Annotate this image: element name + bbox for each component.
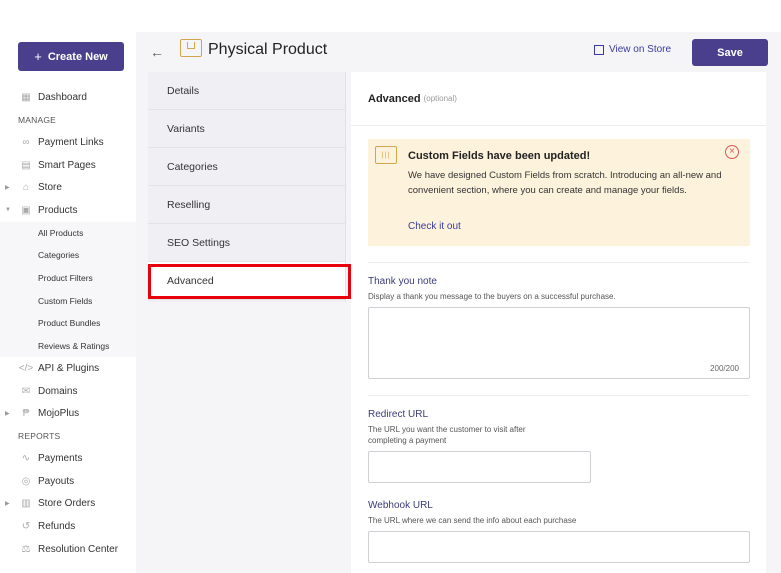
chevron-right-icon: ▶ <box>5 185 10 192</box>
section-optional: (optional) <box>423 94 457 103</box>
thank-you-note-textarea[interactable]: 200/200 <box>368 307 750 379</box>
sidebar-subitem-product-bundles[interactable]: Product Bundles <box>0 311 136 335</box>
refund-icon: ↺ <box>21 521 31 533</box>
create-new-button[interactable]: + Create New <box>18 42 124 71</box>
store-icon: ⌂ <box>22 182 30 194</box>
sidebar-nav: ▦ Dashboard MANAGE ∞ Payment Links ▤ Sma… <box>0 86 136 560</box>
save-button[interactable]: Save <box>692 39 768 66</box>
webhook-url-input[interactable] <box>368 531 750 563</box>
code-icon: </> <box>18 362 34 374</box>
sidebar-subitem-custom-fields[interactable]: Custom Fields <box>0 289 136 312</box>
close-icon[interactable]: × <box>725 145 739 159</box>
sidebar-subitem-reviews-ratings[interactable]: Reviews & Ratings <box>0 334 136 358</box>
sidebar-subitem-product-filters[interactable]: Product Filters <box>0 266 136 290</box>
redirect-url-help-line1: The URL you want the customer to visit a… <box>368 425 526 434</box>
webhook-url-help: The URL where we can send the info about… <box>368 516 577 525</box>
sidebar-item-api-plugins[interactable]: </> API & Plugins <box>0 357 136 380</box>
resolution-icon: ⚖ <box>21 543 31 555</box>
domain-icon: ✉ <box>21 385 31 397</box>
chevron-right-icon: ▶ <box>5 501 10 508</box>
chevron-down-icon: ▼ <box>5 207 11 214</box>
external-link-icon <box>594 44 604 55</box>
divider <box>368 395 750 396</box>
sidebar-subitem-categories[interactable]: Categories <box>0 244 136 267</box>
link-icon: ∞ <box>22 136 30 148</box>
chevron-right-icon: ▶ <box>5 411 10 418</box>
announcement-icon: ||| <box>375 146 397 164</box>
tab-details[interactable]: Details <box>148 72 345 110</box>
product-tabs: Details Variants Categories Reselling SE… <box>148 72 346 302</box>
products-icon: ▣ <box>21 204 31 216</box>
sidebar-item-refunds[interactable]: ↺ Refunds <box>0 515 136 538</box>
tab-advanced[interactable]: Advanced <box>148 262 345 300</box>
sidebar-item-mojoplus[interactable]: ▶ ₱ MojoPlus <box>0 402 136 425</box>
tab-seo-settings[interactable]: SEO Settings <box>148 224 345 262</box>
notice-title: Custom Fields have been updated! <box>408 150 591 162</box>
sidebar-section-manage: MANAGE <box>18 114 57 125</box>
sidebar: + Create New ▦ Dashboard MANAGE ∞ Paymen… <box>0 0 136 573</box>
sidebar-item-payouts[interactable]: ◎ Payouts <box>0 470 136 493</box>
sidebar-item-payment-links[interactable]: ∞ Payment Links <box>0 131 136 154</box>
advanced-panel: Advanced (optional) ||| Custom Fields ha… <box>351 72 766 573</box>
sidebar-item-dashboard[interactable]: ▦ Dashboard <box>0 86 136 109</box>
sidebar-subitem-all-products[interactable]: All Products <box>0 221 136 245</box>
page-title: Physical Product <box>208 41 328 58</box>
orders-icon: ▥ <box>21 498 31 510</box>
redirect-url-help-line2: completing a payment <box>368 436 447 445</box>
notice-body: We have designed Custom Fields from scra… <box>408 170 722 196</box>
thank-you-note-help: Display a thank you message to the buyer… <box>368 292 616 301</box>
section-header: Advanced (optional) <box>351 72 766 126</box>
custom-fields-notice: ||| Custom Fields have been updated! We … <box>368 139 750 246</box>
tab-categories[interactable]: Categories <box>148 148 345 186</box>
payout-icon: ◎ <box>21 475 31 487</box>
redirect-url-input[interactable] <box>368 451 591 483</box>
page-icon: ▤ <box>21 159 31 171</box>
sidebar-item-products[interactable]: ▼ ▣ Products <box>0 199 136 222</box>
page-header: ← Physical Product View on Store Save <box>136 32 781 72</box>
sidebar-section-reports: REPORTS <box>18 431 61 442</box>
sidebar-item-resolution-center[interactable]: ⚖ Resolution Center <box>0 538 136 561</box>
view-on-store-link[interactable]: View on Store <box>594 44 671 55</box>
sidebar-item-payments[interactable]: ∿ Payments <box>0 448 136 471</box>
mojoplus-icon: ₱ <box>22 408 30 420</box>
sidebar-item-domains[interactable]: ✉ Domains <box>0 380 136 403</box>
dashboard-icon: ▦ <box>21 91 31 103</box>
tab-variants[interactable]: Variants <box>148 110 345 148</box>
create-new-label: Create New <box>47 50 108 63</box>
section-title: Advanced <box>368 92 421 105</box>
box-icon <box>180 39 202 57</box>
check-it-out-link[interactable]: Check it out <box>408 221 461 232</box>
sidebar-item-store-orders[interactable]: ▶ ▥ Store Orders <box>0 493 136 516</box>
tab-reselling[interactable]: Reselling <box>148 186 345 224</box>
divider <box>368 262 750 263</box>
redirect-url-label: Redirect URL <box>368 409 429 420</box>
sidebar-item-store[interactable]: ▶ ⌂ Store <box>0 176 136 199</box>
back-arrow-icon[interactable]: ← <box>150 44 164 60</box>
char-count: 200/200 <box>710 364 739 373</box>
webhook-url-label: Webhook URL <box>368 500 433 511</box>
plus-icon: + <box>34 49 42 64</box>
chart-icon: ∿ <box>21 453 31 465</box>
sidebar-item-smart-pages[interactable]: ▤ Smart Pages <box>0 154 136 177</box>
thank-you-note-label: Thank you note <box>368 276 437 287</box>
